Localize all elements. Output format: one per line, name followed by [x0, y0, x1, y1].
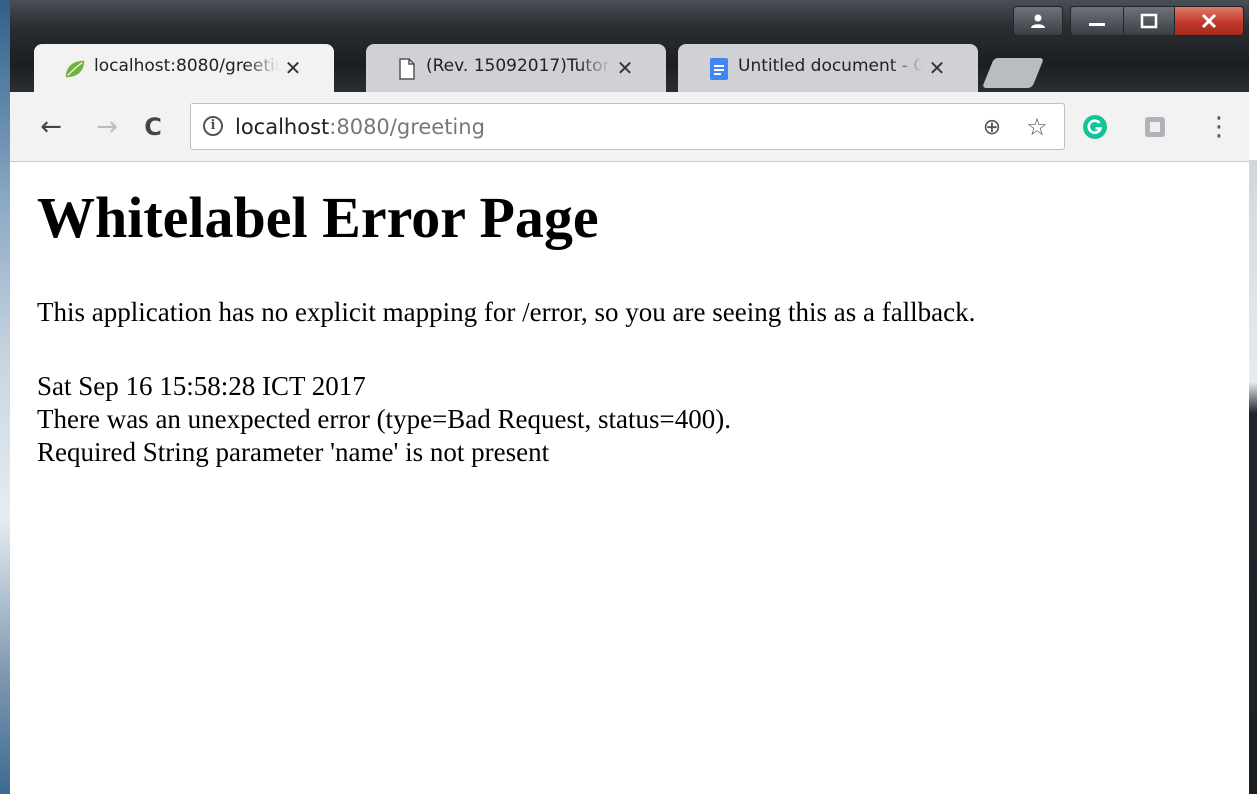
- minimize-button[interactable]: [1070, 6, 1124, 36]
- user-icon: [1014, 7, 1062, 35]
- error-timestamp: Sat Sep 16 15:58:28 ICT 2017: [37, 371, 366, 401]
- tab-localhost[interactable]: localhost:8080/greeting ✕: [34, 44, 334, 92]
- error-status: There was an unexpected error (type=Bad …: [37, 404, 731, 434]
- maximize-button[interactable]: [1123, 6, 1175, 36]
- url-path: :8080/greeting: [329, 115, 485, 139]
- tab-title: localhost:8080/greeting: [94, 56, 279, 76]
- forward-button[interactable]: →: [90, 112, 124, 142]
- tab-close-icon[interactable]: ✕: [282, 56, 304, 80]
- more-vert-icon: ⋮: [1206, 112, 1232, 142]
- browser-toolbar: ← → C i localhost:8080/greeting ⊕ ☆ ⋮: [10, 92, 1249, 162]
- minimize-icon: [1071, 7, 1123, 35]
- zoom-icon[interactable]: ⊕: [979, 114, 1005, 140]
- window-close-button[interactable]: [1174, 6, 1244, 36]
- document-icon: [396, 58, 418, 80]
- extension-button[interactable]: [1140, 112, 1170, 142]
- menu-button[interactable]: ⋮: [1202, 112, 1236, 142]
- desktop-background-left: [0, 0, 10, 794]
- grammarly-extension-button[interactable]: [1080, 112, 1110, 142]
- grammarly-icon: [1083, 115, 1107, 139]
- error-message: This application has no explicit mapping…: [37, 297, 976, 327]
- bookmark-star-icon[interactable]: ☆: [1024, 113, 1050, 141]
- tab-google-docs[interactable]: Untitled document - Google Docs ✕: [678, 44, 978, 92]
- error-detail: Required String parameter 'name' is not …: [37, 437, 550, 467]
- reload-icon: C: [144, 113, 162, 141]
- profile-button[interactable]: [1013, 6, 1063, 36]
- tab-close-icon[interactable]: ✕: [926, 56, 948, 80]
- browser-window: Untitled document - Google Docs ✕ (Rev. …: [10, 0, 1249, 794]
- page-content: Whitelabel Error Page This application h…: [10, 162, 1249, 794]
- error-details: Sat Sep 16 15:58:28 ICT 2017 There was a…: [37, 370, 731, 469]
- spring-leaf-icon: [64, 58, 86, 80]
- tab-close-icon[interactable]: ✕: [614, 56, 636, 80]
- tab-title: Untitled document - Google Docs: [738, 56, 923, 76]
- url-text[interactable]: localhost:8080/greeting: [235, 115, 485, 139]
- page-title: Whitelabel Error Page: [37, 185, 599, 250]
- url-host: localhost: [235, 115, 330, 139]
- reload-button[interactable]: C: [136, 112, 170, 142]
- back-arrow-icon: ←: [40, 112, 62, 142]
- tab-title: (Rev. 15092017)Tutorial: [426, 56, 611, 76]
- address-bar[interactable]: i localhost:8080/greeting ⊕ ☆: [190, 103, 1065, 150]
- tab-strip: Untitled document - Google Docs ✕ (Rev. …: [10, 0, 1249, 92]
- new-tab-button[interactable]: [981, 58, 1045, 88]
- back-button[interactable]: ←: [34, 112, 68, 142]
- maximize-icon: [1124, 7, 1174, 35]
- tab-tutorial[interactable]: (Rev. 15092017)Tutorial ✕: [366, 44, 666, 92]
- close-icon: [1175, 7, 1243, 35]
- extension-icon: [1145, 117, 1165, 137]
- info-icon[interactable]: i: [203, 116, 223, 136]
- google-docs-icon: [708, 58, 730, 80]
- forward-arrow-icon: →: [96, 112, 118, 142]
- desktop-background-right: [1249, 160, 1257, 794]
